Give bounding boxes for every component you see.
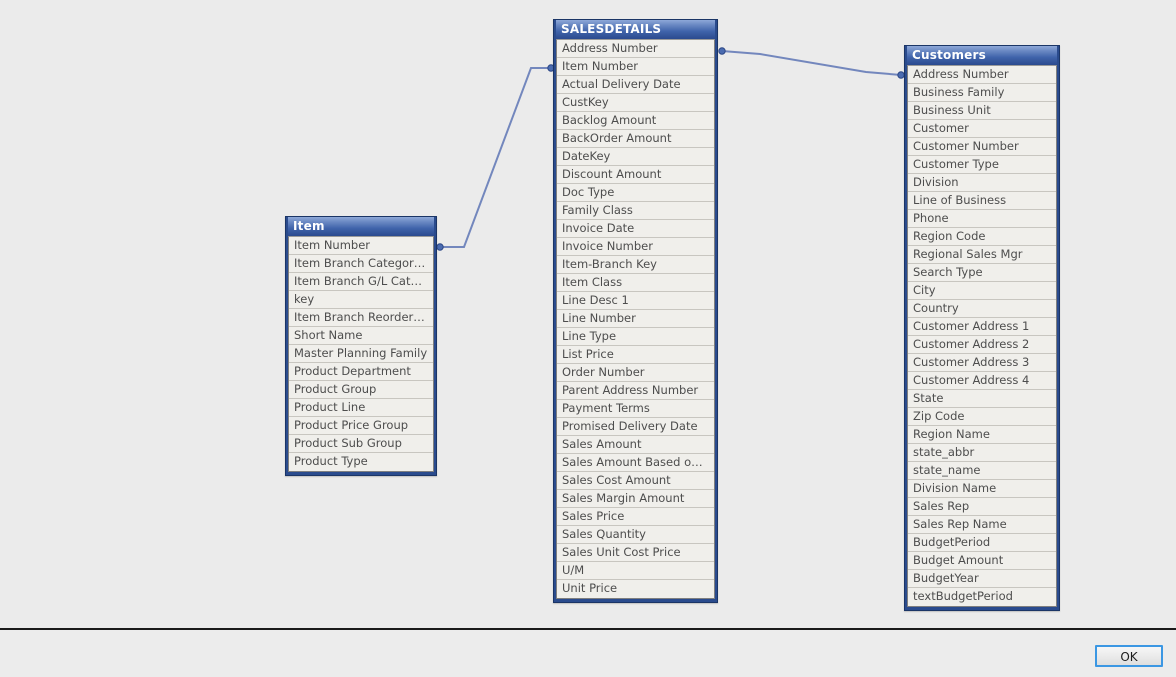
- field-row[interactable]: BudgetPeriod: [908, 534, 1056, 552]
- field-row[interactable]: key: [289, 291, 433, 309]
- field-row[interactable]: Doc Type: [557, 184, 714, 202]
- field-row[interactable]: Parent Address Number: [557, 382, 714, 400]
- field-row[interactable]: Sales Rep: [908, 498, 1056, 516]
- field-list-salesdetails: Address Number Item Number Actual Delivery…: [556, 39, 715, 599]
- link-endpoint-dot[interactable]: [436, 243, 444, 251]
- field-row[interactable]: Division Name: [908, 480, 1056, 498]
- field-row[interactable]: BudgetYear: [908, 570, 1056, 588]
- association-link-salesdetails-to-customers[interactable]: [721, 50, 902, 76]
- field-row[interactable]: Sales Price: [557, 508, 714, 526]
- link-endpoint-dot[interactable]: [718, 47, 726, 55]
- field-row[interactable]: Zip Code: [908, 408, 1056, 426]
- field-row[interactable]: Invoice Number: [557, 238, 714, 256]
- field-row[interactable]: Sales Amount Based o…: [557, 454, 714, 472]
- field-row[interactable]: Master Planning Family: [289, 345, 433, 363]
- field-row[interactable]: textBudgetPeriod: [908, 588, 1056, 606]
- field-row[interactable]: Address Number: [557, 40, 714, 58]
- field-row[interactable]: Sales Unit Cost Price: [557, 544, 714, 562]
- field-row[interactable]: Item Number: [557, 58, 714, 76]
- field-row[interactable]: Customer: [908, 120, 1056, 138]
- field-row[interactable]: Division: [908, 174, 1056, 192]
- field-row[interactable]: Customer Address 3: [908, 354, 1056, 372]
- field-row[interactable]: Sales Amount: [557, 436, 714, 454]
- field-row[interactable]: Region Code: [908, 228, 1056, 246]
- field-row[interactable]: Item Number: [289, 237, 433, 255]
- field-row[interactable]: Sales Quantity: [557, 526, 714, 544]
- field-row[interactable]: Product Sub Group: [289, 435, 433, 453]
- field-row[interactable]: Product Department: [289, 363, 433, 381]
- field-row[interactable]: DateKey: [557, 148, 714, 166]
- field-row[interactable]: Invoice Date: [557, 220, 714, 238]
- field-row[interactable]: Order Number: [557, 364, 714, 382]
- field-row[interactable]: City: [908, 282, 1056, 300]
- field-row[interactable]: Product Line: [289, 399, 433, 417]
- field-row[interactable]: Sales Rep Name: [908, 516, 1056, 534]
- field-row[interactable]: state_abbr: [908, 444, 1056, 462]
- data-model-canvas[interactable]: Item Item Number Item Branch Categor… Item …: [0, 0, 1176, 628]
- field-row[interactable]: Sales Cost Amount: [557, 472, 714, 490]
- field-row[interactable]: Discount Amount: [557, 166, 714, 184]
- field-row[interactable]: Customer Type: [908, 156, 1056, 174]
- field-row[interactable]: Unit Price: [557, 580, 714, 598]
- field-row[interactable]: Actual Delivery Date: [557, 76, 714, 94]
- table-title-item[interactable]: Item: [288, 217, 434, 236]
- field-row[interactable]: Backlog Amount: [557, 112, 714, 130]
- field-row[interactable]: Sales Margin Amount: [557, 490, 714, 508]
- field-row[interactable]: U/M: [557, 562, 714, 580]
- field-list-item: Item Number Item Branch Categor… Item Bran…: [288, 236, 434, 472]
- field-row[interactable]: Country: [908, 300, 1056, 318]
- field-row[interactable]: Payment Terms: [557, 400, 714, 418]
- field-row[interactable]: Product Type: [289, 453, 433, 471]
- field-row[interactable]: state_name: [908, 462, 1056, 480]
- field-row[interactable]: Line Type: [557, 328, 714, 346]
- table-box-customers[interactable]: Customers Address Number Business Family Bu…: [904, 45, 1060, 611]
- field-row[interactable]: CustKey: [557, 94, 714, 112]
- field-row[interactable]: Address Number: [908, 66, 1056, 84]
- field-row[interactable]: Region Name: [908, 426, 1056, 444]
- field-row[interactable]: Promised Delivery Date: [557, 418, 714, 436]
- field-row[interactable]: Search Type: [908, 264, 1056, 282]
- dialog-footer: OK: [0, 628, 1176, 677]
- association-link-item-to-salesdetails[interactable]: [440, 67, 551, 248]
- field-row[interactable]: Business Unit: [908, 102, 1056, 120]
- field-row[interactable]: Customer Address 2: [908, 336, 1056, 354]
- table-title-salesdetails[interactable]: SALESDETAILS: [556, 20, 715, 39]
- field-row[interactable]: BackOrder Amount: [557, 130, 714, 148]
- field-row[interactable]: Item Class: [557, 274, 714, 292]
- field-row[interactable]: Item Branch G/L Cat…: [289, 273, 433, 291]
- field-row[interactable]: Customer Number: [908, 138, 1056, 156]
- field-row[interactable]: Product Group: [289, 381, 433, 399]
- field-row[interactable]: Item Branch Reorder…: [289, 309, 433, 327]
- field-row[interactable]: List Price: [557, 346, 714, 364]
- field-row[interactable]: Customer Address 4: [908, 372, 1056, 390]
- field-row[interactable]: Line Desc 1: [557, 292, 714, 310]
- field-row[interactable]: Item-Branch Key: [557, 256, 714, 274]
- field-row[interactable]: State: [908, 390, 1056, 408]
- field-row[interactable]: Phone: [908, 210, 1056, 228]
- table-box-salesdetails[interactable]: SALESDETAILS Address Number Item Number Act…: [553, 19, 718, 603]
- field-row[interactable]: Regional Sales Mgr: [908, 246, 1056, 264]
- field-row[interactable]: Short Name: [289, 327, 433, 345]
- field-row[interactable]: Item Branch Categor…: [289, 255, 433, 273]
- field-row[interactable]: Customer Address 1: [908, 318, 1056, 336]
- field-row[interactable]: Line of Business: [908, 192, 1056, 210]
- field-row[interactable]: Product Price Group: [289, 417, 433, 435]
- field-row[interactable]: Line Number: [557, 310, 714, 328]
- field-list-customers: Address Number Business Family Business Un…: [907, 65, 1057, 607]
- field-row[interactable]: Business Family: [908, 84, 1056, 102]
- table-viewer-window: Item Item Number Item Branch Categor… Item …: [0, 0, 1176, 677]
- field-row[interactable]: Family Class: [557, 202, 714, 220]
- table-title-customers[interactable]: Customers: [907, 46, 1057, 65]
- table-box-item[interactable]: Item Item Number Item Branch Categor… Item …: [285, 216, 437, 476]
- ok-button[interactable]: OK: [1095, 645, 1163, 667]
- field-row[interactable]: Budget Amount: [908, 552, 1056, 570]
